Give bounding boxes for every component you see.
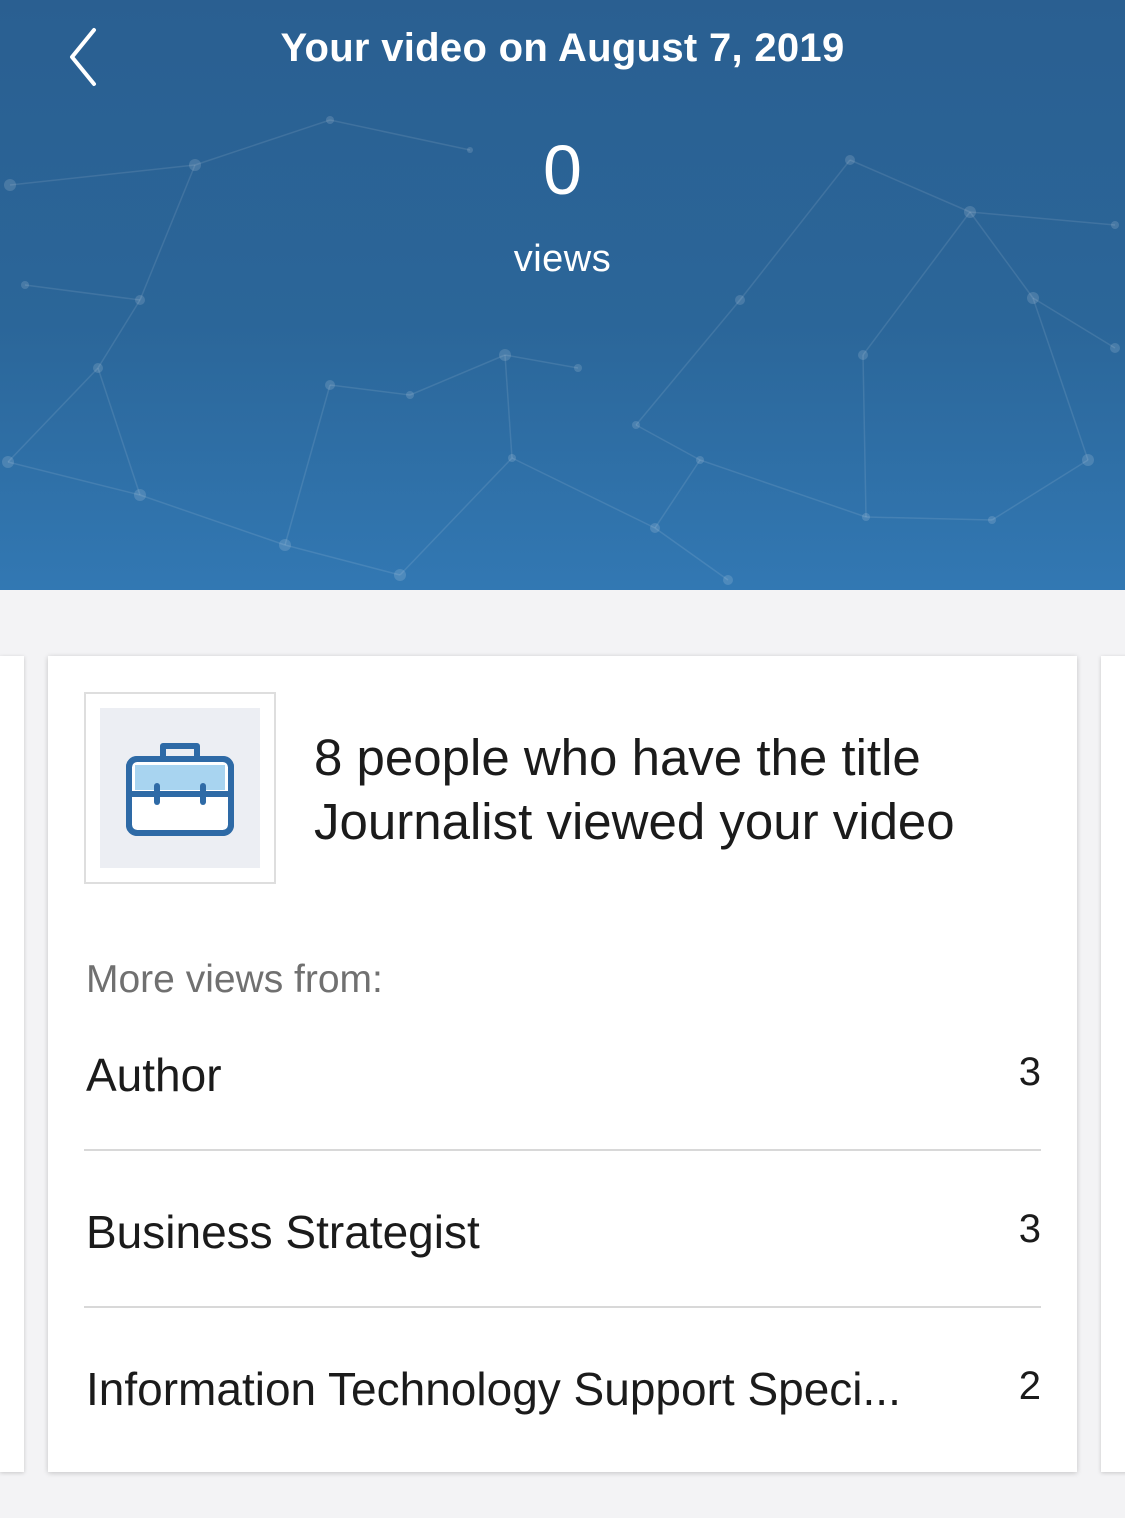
list-item-author[interactable]: Author 3 [86,1048,1041,1204]
viewer-insight-card: 8 people who have the title Journalist v… [48,656,1077,1472]
next-card-peek[interactable] [1101,656,1125,1472]
page-title: Your video on August 7, 2019 [280,26,845,70]
view-count-label: views [513,238,612,280]
view-count: 0 [543,131,582,209]
previous-card-peek[interactable] [0,656,24,1472]
list-item-label: Business Strategist [86,1206,480,1258]
list-item-count: 3 [1018,1207,1041,1251]
list-item-count: 3 [1018,1050,1041,1094]
analytics-header: Your video on August 7, 2019 0 views [0,0,1125,590]
title-icon-frame [84,692,276,884]
insight-headline-line2: Journalist viewed your video [314,793,955,850]
list-item-label: Author [86,1049,222,1101]
divider [84,1306,1041,1308]
more-views-label: More views from: [86,958,383,1001]
divider [84,1149,1041,1151]
list-item-business-strategist[interactable]: Business Strategist 3 [86,1205,1041,1361]
insight-headline: 8 people who have the title Journalist v… [314,726,1054,854]
list-item-label: Information Technology Support Speci... [86,1363,901,1415]
list-item-it-support-specialist[interactable]: Information Technology Support Speci... … [86,1362,1041,1518]
briefcase-icon [126,743,234,836]
insight-headline-line1: 8 people who have the title [314,729,921,786]
network-background-pattern [2,116,1120,585]
list-item-count: 2 [1018,1364,1041,1408]
